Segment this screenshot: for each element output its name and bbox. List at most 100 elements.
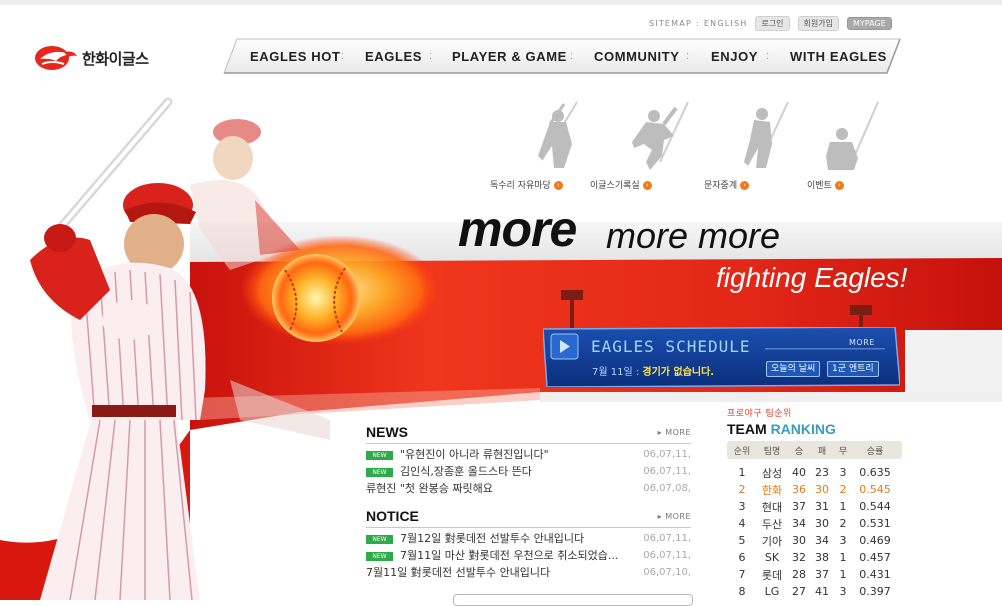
table-cell: 3 <box>839 534 847 547</box>
header-team: 팀명 <box>763 446 781 457</box>
table-cell: 0.531 <box>859 517 891 530</box>
table-cell: 34 <box>815 534 829 547</box>
schedule-date-text: 7월 11일 : <box>592 367 640 378</box>
quick-menu-item[interactable]: 문자중계 › <box>690 100 790 195</box>
new-badge: NEW <box>366 551 393 561</box>
table-cell: 1 <box>839 500 847 513</box>
quick-menu-item[interactable]: 독수리 자유마당 › <box>480 100 580 195</box>
pitcher-silhouette-icon <box>632 101 689 170</box>
table-cell: 37 <box>792 500 806 513</box>
eagles-schedule-panel: EAGLES SCHEDULE MORE 7월 11일 : 경기가 없습니다. … <box>543 327 900 387</box>
notice-item-date: 06,07,11, <box>643 550 691 561</box>
table-cell: 0.635 <box>859 466 891 479</box>
hero-tagline: fighting Eagles! <box>716 262 908 293</box>
table-cell: 1 <box>738 466 746 479</box>
arrow-right-icon: › <box>740 181 750 190</box>
quick-menu: 독수리 자유마당 › 이글스기록실 › 문자중계 › 이벤트 › <box>480 100 880 195</box>
table-row: 7 롯데 28 37 1 0.431 <box>727 566 902 583</box>
news-board: NEWS ▸ MORE NEW "유현진이 아니라 류현진입니다" 06,07,11… <box>366 423 691 497</box>
table-cell: 3 <box>738 500 746 513</box>
ranking-title: TEAM RANKING <box>727 421 902 437</box>
quick-menu-label: 이글스기록실 <box>590 181 640 191</box>
table-row: 5 기아 30 34 3 0.469 <box>727 532 902 549</box>
ranking-title-b: RANKING <box>770 421 836 437</box>
table-cell: 0.397 <box>859 585 891 598</box>
news-more-label: MORE <box>665 428 691 437</box>
runner-silhouette-icon <box>744 101 789 168</box>
catcher-silhouette-icon <box>826 101 879 170</box>
notice-item-title[interactable]: 7월11일 對롯데전 선발투수 안내입니다 <box>366 564 550 581</box>
table-cell: 롯데 <box>761 568 783 582</box>
ranking-header: 순위 팀명 승 패 무 승률 <box>727 441 902 459</box>
ranking-title-a: TEAM <box>727 421 767 437</box>
table-cell: 36 <box>792 483 806 496</box>
notice-more-link[interactable]: ▸ MORE <box>658 512 691 521</box>
table-cell: 41 <box>815 585 829 598</box>
table-cell: 30 <box>815 483 829 496</box>
table-cell: 3 <box>839 466 847 479</box>
quick-menu-item[interactable]: 이벤트 › <box>790 100 890 195</box>
table-cell: 37 <box>815 568 829 581</box>
schedule-title: EAGLES SCHEDULE <box>591 337 751 356</box>
table-cell: 38 <box>815 551 829 564</box>
table-cell: 4 <box>738 517 746 530</box>
notice-item-title[interactable]: 7월12일 對롯데전 선발투수 안내입니다 <box>400 530 584 547</box>
notice-title: NOTICE <box>366 508 419 524</box>
news-item[interactable]: 류현진 "첫 완봉승 짜릿해요 06,07,08, <box>366 480 691 497</box>
table-cell: 3 <box>839 585 847 598</box>
table-cell: 2 <box>839 517 847 530</box>
new-badge: NEW <box>366 450 393 460</box>
news-item-title[interactable]: "유현진이 아니라 류현진입니다" <box>400 446 549 463</box>
table-cell: 30 <box>815 517 829 530</box>
header-rank: 순위 <box>733 446 751 457</box>
header-wins: 승 <box>794 446 804 457</box>
entry-button[interactable]: 1군 엔트리 <box>827 361 879 377</box>
arrow-right-icon: › <box>834 181 844 190</box>
schedule-background <box>543 327 900 387</box>
quick-menu-label: 문자중계 <box>704 181 738 191</box>
schedule-more-link[interactable]: MORE <box>849 338 875 347</box>
batter-silhouette-icon <box>538 101 578 168</box>
notice-item[interactable]: NEW 7월12일 對롯데전 선발투수 안내입니다 06,07,11, <box>366 530 691 547</box>
table-cell: 34 <box>792 517 806 530</box>
notice-item[interactable]: 7월11일 對롯데전 선발투수 안내입니다 06,07,10, <box>366 564 691 581</box>
hero-subheadline: more more <box>606 215 781 256</box>
table-row: 2 한화 36 30 2 0.545 <box>727 481 902 498</box>
news-item[interactable]: NEW "유현진이 아니라 류현진입니다" 06,07,11, <box>366 446 691 463</box>
table-cell: 28 <box>792 568 806 581</box>
table-cell: 5 <box>738 534 746 547</box>
notice-item-title[interactable]: 7월11일 마산 對롯데전 우천으로 취소되었습... <box>400 547 618 564</box>
news-item-title[interactable]: 김인식,장종훈 올드스타 뜬다 <box>400 463 532 480</box>
table-cell: 0.469 <box>859 534 891 547</box>
news-title: NEWS <box>366 424 408 440</box>
table-row: 4 두산 34 30 2 0.531 <box>727 515 902 532</box>
table-cell: 27 <box>792 585 806 598</box>
table-cell: 7 <box>738 568 746 581</box>
news-item-date: 06,07,11, <box>643 466 691 477</box>
table-cell: 삼성 <box>761 466 783 480</box>
news-item-date: 06,07,08, <box>643 483 691 494</box>
notice-board: NOTICE ▸ MORE NEW 7월12일 對롯데전 선발투수 안내입니다 06… <box>366 507 691 581</box>
table-cell: 2 <box>839 483 847 496</box>
table-cell: 0.545 <box>859 483 891 496</box>
arrow-right-icon: › <box>553 181 563 190</box>
quick-menu-item[interactable]: 이글스기록실 › <box>590 100 690 195</box>
table-row: 8 LG 27 41 3 0.397 <box>727 583 902 600</box>
table-cell: SK <box>764 551 780 564</box>
quick-menu-label: 이벤트 <box>807 181 832 191</box>
weather-button[interactable]: 오늘의 날씨 <box>766 361 821 377</box>
bottom-box <box>453 594 693 606</box>
table-cell: 한화 <box>761 483 783 497</box>
table-cell: 1 <box>839 551 847 564</box>
news-item-title[interactable]: 류현진 "첫 완봉승 짜릿해요 <box>366 480 493 497</box>
table-cell: 두산 <box>761 517 783 531</box>
table-cell: 2 <box>738 483 746 496</box>
table-cell: 기아 <box>761 534 783 548</box>
header-pct: 승률 <box>866 446 884 457</box>
news-more-link[interactable]: ▸ MORE <box>658 428 691 437</box>
table-cell: 0.457 <box>859 551 891 564</box>
table-cell: 6 <box>738 551 746 564</box>
table-cell: 40 <box>792 466 806 479</box>
news-item[interactable]: NEW 김인식,장종훈 올드스타 뜬다 06,07,11, <box>366 463 691 480</box>
notice-item[interactable]: NEW 7월11일 마산 對롯데전 우천으로 취소되었습... 06,07,11, <box>366 547 691 564</box>
